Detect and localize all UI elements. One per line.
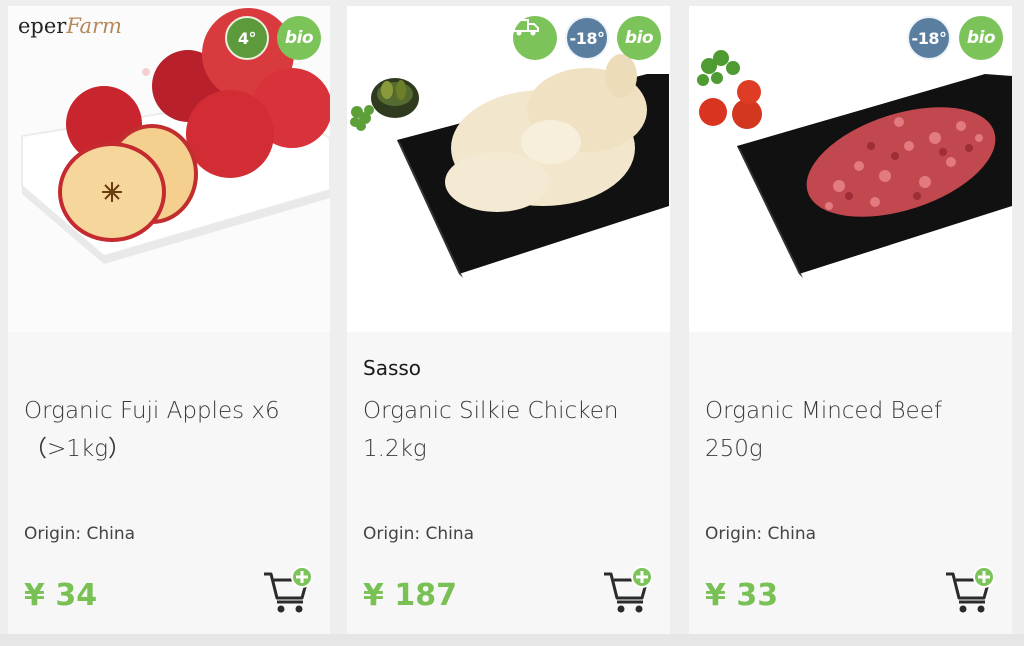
- product-origin: Origin: China: [363, 524, 475, 544]
- chilled-4-badge: 4°: [225, 16, 269, 60]
- product-image-chicken[interactable]: -18° bio: [347, 6, 670, 332]
- add-to-cart-icon[interactable]: [262, 566, 314, 614]
- product-price: ¥ 187: [363, 578, 457, 613]
- delivery-truck-icon: [513, 19, 539, 36]
- badge-group: -18° bio: [513, 16, 661, 60]
- product-title[interactable]: Organic Silkie Chicken 1.2kg: [363, 392, 663, 468]
- bio-badge: bio: [959, 16, 1003, 60]
- product-price: ¥ 33: [705, 578, 779, 613]
- product-image-beef[interactable]: -18° bio: [689, 6, 1012, 332]
- product-brand: Sasso: [363, 356, 422, 380]
- product-card-apples[interactable]: eperFarm 4° bio Organic Fuji Apples x6 （…: [8, 6, 330, 634]
- product-title[interactable]: Organic Minced Beef 250g: [705, 392, 1005, 468]
- delivery-badge: [513, 16, 557, 60]
- badge-group: -18° bio: [907, 16, 1003, 60]
- eperfarm-logo: eperFarm: [18, 14, 122, 38]
- product-price: ¥ 34: [24, 578, 98, 613]
- snowflake-icon: -18°: [911, 28, 947, 48]
- product-title[interactable]: Organic Fuji Apples x6 （>1kg）: [24, 392, 324, 468]
- add-to-cart-icon[interactable]: [944, 566, 996, 614]
- snowflake-icon: 4°: [237, 28, 257, 48]
- product-origin: Origin: China: [24, 524, 136, 544]
- bio-badge: bio: [277, 16, 321, 60]
- bio-badge: bio: [617, 16, 661, 60]
- frozen-badge: -18°: [907, 16, 951, 60]
- product-origin: Origin: China: [705, 524, 817, 544]
- bottom-divider: [0, 634, 1024, 646]
- add-to-cart-icon[interactable]: [602, 566, 654, 614]
- product-image-apples[interactable]: eperFarm 4° bio: [8, 6, 330, 332]
- product-card-beef[interactable]: -18° bio Organic Minced Beef 250g Origin…: [689, 6, 1012, 634]
- snowflake-icon: -18°: [569, 28, 605, 48]
- badge-group: 4° bio: [225, 16, 321, 60]
- product-grid: eperFarm 4° bio Organic Fuji Apples x6 （…: [0, 0, 1024, 646]
- product-card-chicken[interactable]: -18° bio Sasso Organic Silkie Chicken 1.…: [347, 6, 670, 634]
- frozen-badge: -18°: [565, 16, 609, 60]
